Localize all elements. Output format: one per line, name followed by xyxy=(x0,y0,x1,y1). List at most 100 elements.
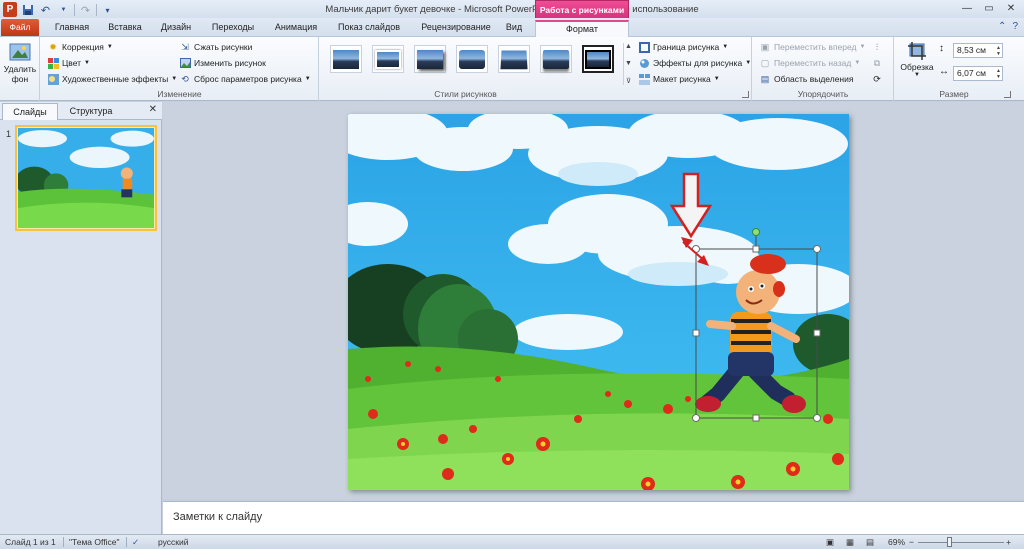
help-icon[interactable]: ? xyxy=(1012,21,1018,32)
height-value: 8,53 см xyxy=(957,45,986,55)
tab-design[interactable]: Дизайн xyxy=(155,20,197,37)
remove-background-label-1: Удалить xyxy=(3,64,37,74)
more-icon[interactable]: ⊽ xyxy=(626,77,631,85)
send-backward-icon: ▢ xyxy=(760,57,770,68)
zoom-slider-thumb[interactable] xyxy=(947,537,952,547)
color-button[interactable]: Цвет ▼ xyxy=(47,56,90,70)
tab-animations[interactable]: Анимация xyxy=(266,20,326,37)
compress-pictures-button[interactable]: ⇲ Сжать рисунки xyxy=(179,40,252,54)
rotate-handle[interactable] xyxy=(752,228,760,236)
tab-outline[interactable]: Структура xyxy=(60,103,122,120)
effects-icon xyxy=(638,57,650,69)
height-spinner-icon[interactable]: ▲ ▼ xyxy=(996,45,1001,57)
view-normal-icon[interactable]: ▣ xyxy=(826,537,834,548)
picture-style-3[interactable] xyxy=(414,45,446,73)
send-backward-label: Переместить назад xyxy=(774,58,852,68)
tab-slides[interactable]: Слайды xyxy=(2,103,58,120)
dropdown-arrow-icon: ▼ xyxy=(171,76,178,82)
tab-slideshow[interactable]: Показ слайдов xyxy=(330,20,408,37)
bring-forward-label: Переместить вперед xyxy=(774,42,857,52)
picture-style-4[interactable] xyxy=(456,45,488,73)
change-picture-button[interactable]: Изменить рисунок xyxy=(179,56,266,70)
rotate-button[interactable]: ⟳ xyxy=(871,72,883,86)
height-field[interactable]: 8,53 см ▲ ▼ xyxy=(953,43,1003,58)
notes-pane[interactable]: Заметки к слайду xyxy=(163,501,1024,534)
zoom-in-icon[interactable]: + xyxy=(1006,537,1011,547)
close-pane-icon[interactable]: ✕ xyxy=(149,104,157,115)
tab-file[interactable]: Файл xyxy=(1,19,39,36)
window-controls: — ▭ ✕ xyxy=(956,0,1022,17)
picture-style-7-selected[interactable] xyxy=(582,45,614,73)
slide-thumbnail-1[interactable] xyxy=(15,125,157,231)
language-indicator[interactable]: русский xyxy=(158,537,189,547)
remove-background-button[interactable]: Удалить фон xyxy=(2,40,38,84)
tab-format[interactable]: Формат xyxy=(535,20,629,37)
change-picture-label: Изменить рисунок xyxy=(194,58,266,68)
width-spinner-icon[interactable]: ▲ ▼ xyxy=(996,68,1001,80)
reset-picture-button[interactable]: ⟲ Сброс параметров рисунка ▼ xyxy=(179,72,310,86)
picture-styles-launcher-icon[interactable] xyxy=(742,91,749,98)
resize-handle-w[interactable] xyxy=(692,329,700,337)
picture-style-2[interactable] xyxy=(372,45,404,73)
zoom-slider[interactable] xyxy=(918,542,1004,543)
selection-pane-icon: ▤ xyxy=(760,73,770,84)
crop-label: Обрезка xyxy=(900,62,934,72)
tab-transitions[interactable]: Переходы xyxy=(205,20,261,37)
group-objects-button[interactable]: ⧉ xyxy=(871,56,883,70)
picture-border-button[interactable]: Граница рисунка ▼ xyxy=(638,40,728,54)
context-tab-group-picture-tools: Работа с рисунками xyxy=(535,0,629,20)
width-value: 6,07 см xyxy=(957,68,986,78)
minimize-button[interactable]: — xyxy=(956,0,978,17)
pane-tabs: Слайды Структура ✕ xyxy=(0,102,162,120)
tab-view[interactable]: Вид xyxy=(502,20,526,37)
resize-handle-se[interactable] xyxy=(813,414,821,422)
resize-handle-n[interactable] xyxy=(752,245,760,253)
picture-style-5[interactable] xyxy=(498,45,530,73)
width-field[interactable]: 6,07 см ▲ ▼ xyxy=(953,66,1003,81)
close-button[interactable]: ✕ xyxy=(1000,0,1022,17)
tab-insert[interactable]: Вставка xyxy=(101,20,149,37)
zoom-percentage[interactable]: 69% xyxy=(888,537,905,547)
slide-counter: Слайд 1 из 1 xyxy=(5,537,56,547)
gallery-scroll[interactable]: ▲ ▼ ⊽ xyxy=(623,43,633,85)
artistic-effects-button[interactable]: Художественные эффекты ▼ xyxy=(47,72,177,86)
minimize-ribbon-icon[interactable]: ⌃ xyxy=(998,21,1006,32)
slides-pane: Слайды Структура ✕ 1 xyxy=(0,102,162,534)
help-area: ⌃ ? xyxy=(998,21,1018,32)
view-reading-icon[interactable]: ▤ xyxy=(866,537,874,548)
dropdown-arrow-icon: ▼ xyxy=(84,60,90,66)
sun-icon: ✹ xyxy=(49,41,57,52)
tab-home[interactable]: Главная xyxy=(48,20,96,37)
group-size: Обрезка ▼ ↕ 8,53 см ▲ ▼ ↔ 6,07 см ▲ ▼ Разм… xyxy=(895,37,1013,101)
resize-handle-sw[interactable] xyxy=(692,414,700,422)
size-launcher-icon[interactable] xyxy=(1004,91,1011,98)
align-button[interactable]: ⫶ xyxy=(871,40,883,54)
dropdown-arrow-icon: ▼ xyxy=(722,44,729,50)
picture-style-1[interactable] xyxy=(330,45,362,73)
picture-effects-button[interactable]: Эффекты для рисунка ▼ xyxy=(638,56,751,70)
bring-forward-icon: ▣ xyxy=(760,41,770,52)
slide-canvas[interactable] xyxy=(348,114,849,490)
scroll-up-icon[interactable]: ▲ xyxy=(625,43,632,50)
bring-forward-button[interactable]: ▣ Переместить вперед ▼ xyxy=(759,40,866,54)
correction-button[interactable]: ✹ Коррекция ▼ xyxy=(47,40,113,54)
tab-review[interactable]: Рецензирование xyxy=(410,20,502,37)
zoom-out-icon[interactable]: − xyxy=(909,537,914,547)
picture-layout-button[interactable]: Макет рисунка ▼ xyxy=(638,72,720,86)
selection-pane-label: Область выделения xyxy=(774,74,854,84)
view-slide-sorter-icon[interactable]: ▦ xyxy=(846,537,854,548)
scroll-down-icon[interactable]: ▼ xyxy=(625,60,632,67)
selection-pane-button[interactable]: ▤ Область выделения xyxy=(759,72,854,86)
palette-icon xyxy=(47,57,59,69)
maximize-button[interactable]: ▭ xyxy=(978,0,1000,17)
group-icon: ⧉ xyxy=(873,57,881,68)
picture-style-6[interactable] xyxy=(540,45,572,73)
resize-handle-ne[interactable] xyxy=(813,245,821,253)
resize-handle-e[interactable] xyxy=(813,329,821,337)
spellcheck-icon[interactable]: ✓ xyxy=(132,537,139,548)
change-picture-icon xyxy=(179,57,191,69)
group-label-size: Размер xyxy=(939,89,969,99)
crop-button[interactable]: Обрезка ▼ xyxy=(898,40,936,78)
send-backward-button[interactable]: ▢ Переместить назад ▼ xyxy=(759,56,861,70)
resize-handle-s[interactable] xyxy=(752,414,760,422)
